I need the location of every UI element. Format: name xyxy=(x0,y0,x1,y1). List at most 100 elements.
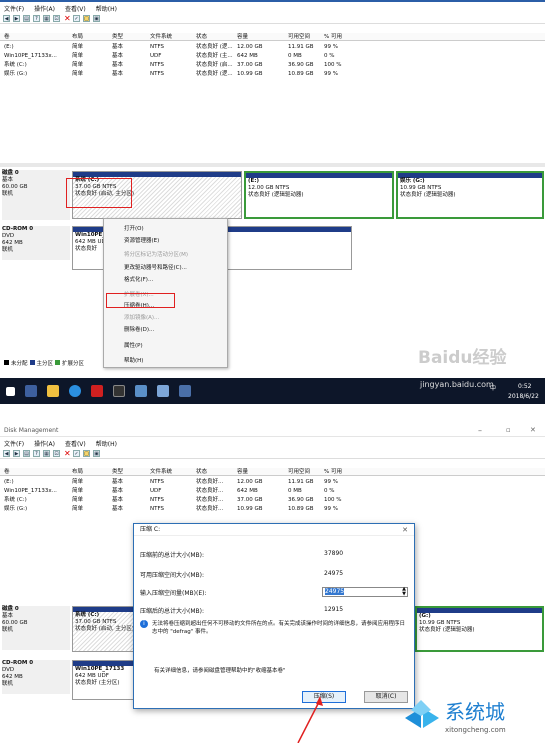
menu-item-format[interactable]: 格式化(F)... xyxy=(124,275,153,283)
cdrom-label[interactable]: CD-ROM 0 DVD 642 MB 联机 xyxy=(2,660,70,694)
col-type[interactable]: 类型 xyxy=(112,468,123,476)
table-row[interactable]: 系统 (C:) 简单 基本 NTFS 状态良好 (启... 37.00 GB 36.90 G… xyxy=(0,61,545,69)
check-icon[interactable]: ✓ xyxy=(73,449,80,457)
properties-icon[interactable]: ⊡ xyxy=(53,449,60,457)
check-icon[interactable]: ✓ xyxy=(73,14,80,22)
table-row[interactable]: Win10PE_17133x... 简单 基本 UDF 状态良好... 642 MB 0 M… xyxy=(0,487,545,495)
delete-icon[interactable]: ✕ xyxy=(63,449,71,457)
task-view-icon[interactable] xyxy=(25,385,37,397)
col-capacity[interactable]: 容量 xyxy=(237,468,248,476)
col-capacity[interactable]: 容量 xyxy=(237,33,248,41)
close-icon[interactable]: ✕ xyxy=(402,524,408,536)
delete-icon[interactable]: ✕ xyxy=(63,14,71,22)
col-layout[interactable]: 布局 xyxy=(72,33,83,41)
menu-item-mark-active: 将分区标记为活动分区(M) xyxy=(124,252,189,258)
menu-item-delete[interactable]: 删除卷(D)... xyxy=(124,325,154,333)
forward-icon[interactable]: ▶ xyxy=(13,449,20,457)
table-row[interactable]: 娱乐 (G:) 简单 基本 NTFS 状态良好 (逻... 10.99 GB 10.89 G… xyxy=(0,70,545,78)
col-fs[interactable]: 文件系统 xyxy=(150,468,172,476)
col-free[interactable]: 可用空间 xyxy=(288,33,310,41)
table-row[interactable]: Win10PE_17133x... 简单 基本 UDF 状态良好 (主... 642 MB… xyxy=(0,52,545,60)
menu-item-add-mirror: 添加镜像(A)... xyxy=(124,315,160,321)
menu-item-help[interactable]: 帮助(H) xyxy=(124,356,143,364)
grid-icon[interactable]: ▦ xyxy=(43,14,50,22)
menu-help[interactable]: 帮助(H) xyxy=(96,4,117,13)
view-icon[interactable]: ▣ xyxy=(93,14,100,22)
explorer-icon[interactable] xyxy=(47,385,59,397)
cmd-icon[interactable] xyxy=(113,385,125,397)
dialog-title: 压缩 C: xyxy=(140,526,161,533)
menu-item-change-letter[interactable]: 更改驱动器号和路径(C)... xyxy=(124,263,187,271)
menu-action[interactable]: 操作(A) xyxy=(34,4,55,13)
after-size-label: 压缩后的总计大小(MB): xyxy=(140,608,204,615)
col-layout[interactable]: 布局 xyxy=(72,468,83,476)
col-status[interactable]: 状态 xyxy=(196,33,207,41)
after-size-value: 12915 xyxy=(324,606,344,613)
info-text: 无法将卷压缩到超出任何不可移动的文件所在的点。有关完成该操作时间的详细信息，请参… xyxy=(152,621,406,635)
cdrom-label[interactable]: CD-ROM 0 DVD 642 MB 联机 xyxy=(2,226,70,260)
back-icon[interactable]: ◀ xyxy=(3,14,10,22)
spin-icon[interactable]: ▲ ▼ xyxy=(402,587,406,597)
top-menubar: 文件(F) 操作(A) 查看(V) 帮助(H) xyxy=(0,4,545,13)
table-row[interactable]: 系统 (C:) 简单 基本 NTFS 状态良好... 37.00 GB 36.90 GB 10… xyxy=(0,496,545,504)
col-fs[interactable]: 文件系统 xyxy=(150,33,172,41)
app-icon[interactable] xyxy=(91,385,103,397)
available-size-value: 24975 xyxy=(324,570,344,577)
watermark: Baidu经验 xyxy=(418,348,507,368)
menu-help[interactable]: 帮助(H) xyxy=(96,439,117,448)
folder-icon[interactable]: ▢ xyxy=(83,14,90,22)
watermark-url: jingyan.baidu.com xyxy=(420,380,494,389)
col-volume[interactable]: 卷 xyxy=(4,33,10,41)
help-icon[interactable]: ? xyxy=(33,449,40,457)
col-pct[interactable]: % 可用 xyxy=(324,468,342,476)
close-icon[interactable]: ✕ xyxy=(530,426,536,434)
shrink-amount-label: 输入压缩空间量(MB)(E): xyxy=(140,590,207,597)
back-icon[interactable]: ◀ xyxy=(3,449,10,457)
brand-logo-icon xyxy=(405,700,439,728)
view-icon[interactable]: ▣ xyxy=(93,449,100,457)
col-pct[interactable]: % 可用 xyxy=(324,33,342,41)
ie-icon[interactable] xyxy=(69,385,81,397)
partition-g[interactable]: (G:) 10.99 GB NTFS 状态良好 (逻辑驱动器) xyxy=(415,606,544,652)
table-row[interactable]: (E:) 简单 基本 NTFS 状态良好... 12.00 GB 11.91 GB 99 % xyxy=(0,478,545,486)
folder-icon[interactable]: ▢ xyxy=(83,449,90,457)
minimize-icon[interactable]: – xyxy=(478,426,482,435)
disk0-label[interactable]: 磁盘 0 基本 60.00 GB 联机 xyxy=(2,170,70,220)
menu-file[interactable]: 文件(F) xyxy=(4,439,24,448)
menu-file[interactable]: 文件(F) xyxy=(4,4,24,13)
forward-icon[interactable]: ▶ xyxy=(13,14,20,22)
list-view-icon[interactable]: ▤ xyxy=(23,449,30,457)
menu-item-explorer[interactable]: 资源管理器(E) xyxy=(124,236,159,244)
tool-icon[interactable] xyxy=(157,385,169,397)
menu-action[interactable]: 操作(A) xyxy=(34,439,55,448)
menu-item-properties[interactable]: 属性(P) xyxy=(124,341,143,349)
network-icon[interactable] xyxy=(135,385,147,397)
clock-date[interactable]: 2018/6/22 xyxy=(508,393,539,400)
disk0-label[interactable]: 磁盘 0 基本 60.00 GB 联机 xyxy=(2,606,70,650)
shrink-amount-input[interactable]: 24975 ▲ ▼ xyxy=(322,587,408,597)
col-type[interactable]: 类型 xyxy=(112,33,123,41)
top-window-frame xyxy=(0,0,545,2)
start-icon[interactable] xyxy=(6,386,15,396)
splitter[interactable] xyxy=(0,163,545,167)
help-icon[interactable]: ? xyxy=(33,14,40,22)
table-row[interactable]: (E:) 简单 基本 NTFS 状态良好 (逻... 12.00 GB 11.91 GB 99… xyxy=(0,43,545,51)
col-volume[interactable]: 卷 xyxy=(4,468,10,476)
menu-item-open[interactable]: 打开(O) xyxy=(124,224,144,232)
grid-icon[interactable]: ▦ xyxy=(43,449,50,457)
partition-g[interactable]: 娱乐 (G:) 10.99 GB NTFS 状态良好 (逻辑驱动器) xyxy=(396,171,544,219)
bottom-volume-header: 卷 布局 类型 文件系统 状态 容量 可用空间 % 可用 xyxy=(0,468,545,476)
partition-cdrom[interactable]: Win10PE_17133 642 MB UDF 状态良好 (主分区) xyxy=(72,660,142,700)
disk-mgmt-icon[interactable] xyxy=(179,385,191,397)
menu-view[interactable]: 查看(V) xyxy=(65,439,86,448)
table-row[interactable]: 娱乐 (G:) 简单 基本 NTFS 状态良好... 10.99 GB 10.89 GB 99… xyxy=(0,505,545,513)
maximize-icon[interactable]: ▫ xyxy=(506,426,511,434)
partition-e[interactable]: (E:) 12.00 GB NTFS 状态良好 (逻辑驱动器) xyxy=(244,171,394,219)
ime-indicator[interactable]: 中 xyxy=(490,383,496,392)
menu-view[interactable]: 查看(V) xyxy=(65,4,86,13)
col-status[interactable]: 状态 xyxy=(196,468,207,476)
properties-icon[interactable]: ⊡ xyxy=(53,14,60,22)
list-view-icon[interactable]: ▤ xyxy=(23,14,30,22)
col-free[interactable]: 可用空间 xyxy=(288,468,310,476)
clock-time[interactable]: 0:52 xyxy=(518,383,531,390)
